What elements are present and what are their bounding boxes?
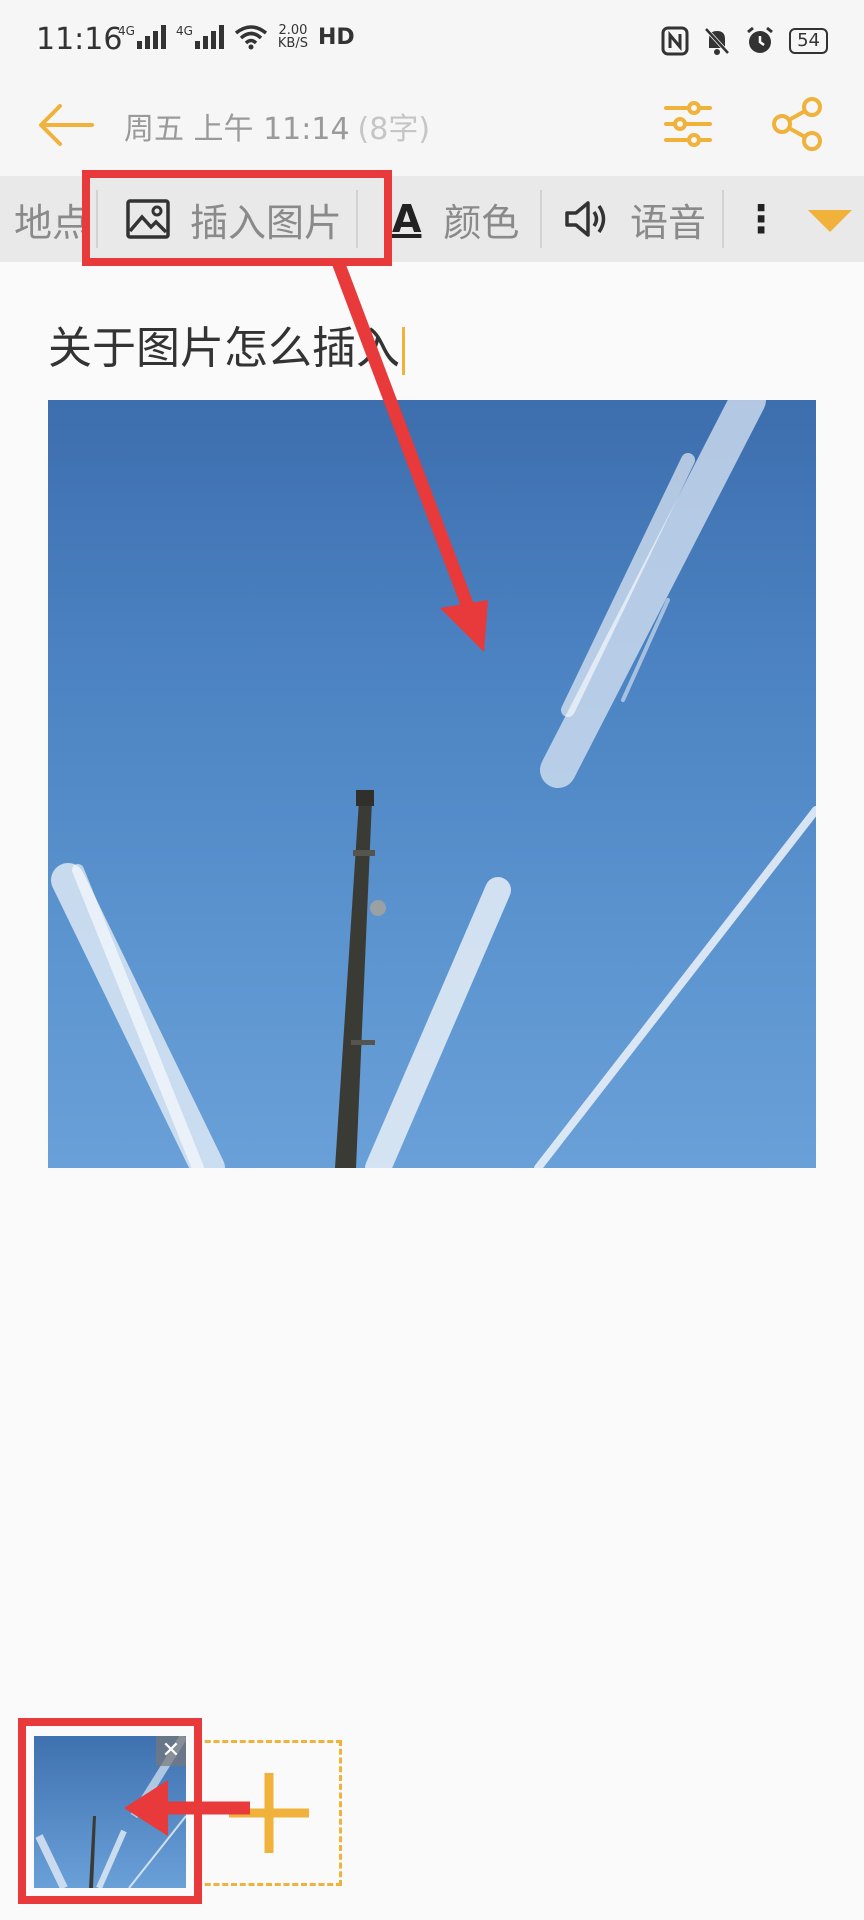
annotation-arrowhead-down bbox=[440, 600, 488, 652]
annotation-arrow-down bbox=[331, 259, 477, 615]
annotation-arrowhead-left bbox=[124, 1780, 168, 1836]
annotation-arrows bbox=[124, 259, 488, 1836]
